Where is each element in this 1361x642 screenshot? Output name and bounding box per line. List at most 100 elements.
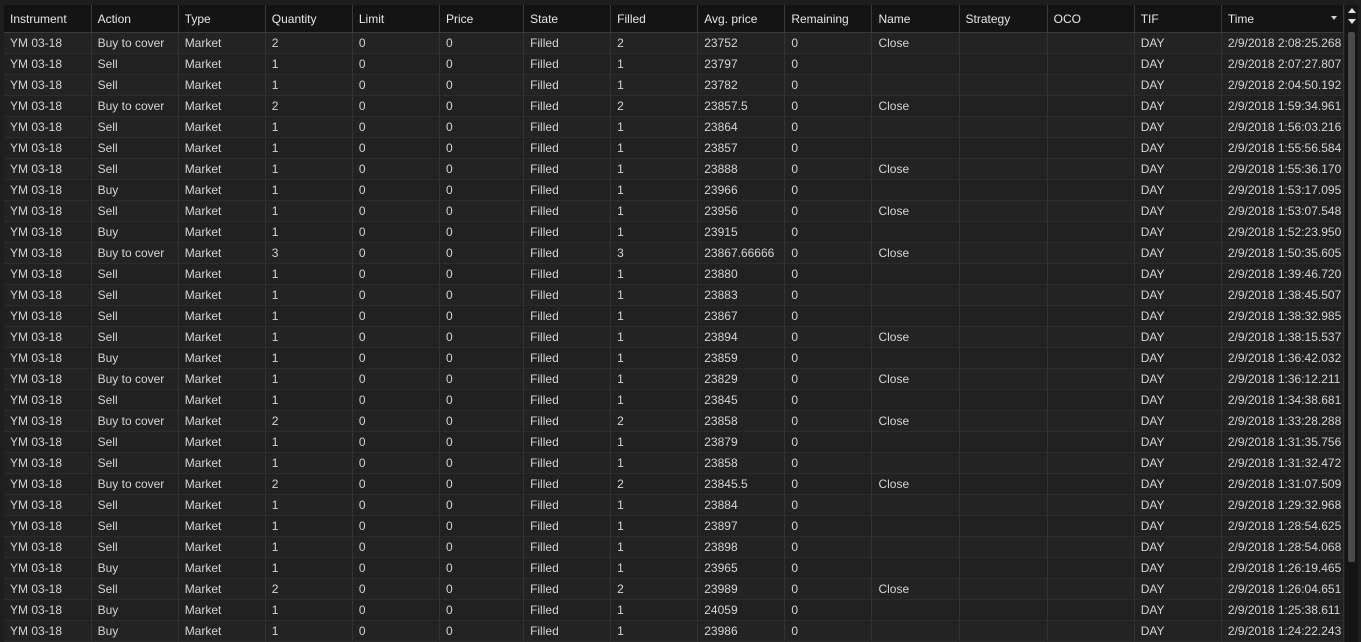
- table-row[interactable]: YM 03-18 Sell Market 1 0 0 Filled 1 23858 0 DAY 2/9…: [4, 452, 1344, 474]
- table-row[interactable]: YM 03-18 Sell Market 2 0 0 Filled 2 23989 0 Close D…: [4, 578, 1344, 600]
- vertical-scrollbar[interactable]: [1345, 5, 1358, 642]
- cell-state: Filled: [523, 536, 612, 558]
- column-header-quantity[interactable]: Quantity: [265, 5, 353, 33]
- cell-limit: 0: [352, 95, 440, 117]
- cell-filled: 1: [610, 137, 699, 159]
- cell-limit: 0: [352, 389, 440, 411]
- cell-avg-price: 23859: [697, 347, 786, 369]
- table-row[interactable]: YM 03-18 Sell Market 1 0 0 Filled 1 23867 0 DAY 2/9…: [4, 305, 1344, 327]
- cell-strategy: [959, 53, 1048, 75]
- cell-tif: DAY: [1134, 326, 1222, 348]
- cell-avg-price: 23829: [697, 368, 786, 390]
- cell-name: Close: [871, 95, 960, 117]
- cell-time: 2/9/2018 2:08:25.268: [1221, 32, 1344, 54]
- table-row[interactable]: YM 03-18 Sell Market 1 0 0 Filled 1 23880 0 DAY 2/9…: [4, 263, 1344, 285]
- cell-remaining: 0: [784, 116, 873, 138]
- table-row[interactable]: YM 03-18 Buy to cover Market 2 0 0 Filled 2 2375…: [4, 32, 1344, 54]
- table-row[interactable]: YM 03-18 Sell Market 1 0 0 Filled 1 23845 0 DAY 2/9…: [4, 389, 1344, 411]
- table-row[interactable]: YM 03-18 Buy to cover Market 2 0 0 Filled 2 2384…: [4, 473, 1344, 495]
- cell-avg-price: 23894: [697, 326, 786, 348]
- table-row[interactable]: YM 03-18 Sell Market 1 0 0 Filled 1 23898 0 DAY 2/9…: [4, 536, 1344, 558]
- sort-descending-icon[interactable]: [1331, 16, 1337, 20]
- table-row[interactable]: YM 03-18 Sell Market 1 0 0 Filled 1 23782 0 DAY 2/9…: [4, 74, 1344, 96]
- cell-remaining: 0: [784, 368, 873, 390]
- cell-instrument: YM 03-18: [4, 95, 92, 117]
- cell-type: Market: [178, 137, 266, 159]
- cell-action: Sell: [91, 431, 179, 453]
- table-row[interactable]: YM 03-18 Sell Market 1 0 0 Filled 1 23894 0 Close D…: [4, 326, 1344, 348]
- column-header-avg-price[interactable]: Avg. price: [697, 5, 786, 33]
- cell-filled: 2: [610, 410, 699, 432]
- cell-type: Market: [178, 116, 266, 138]
- table-row[interactable]: YM 03-18 Buy Market 1 0 0 Filled 1 23859 0 DAY 2/9/…: [4, 347, 1344, 369]
- cell-type: Market: [178, 305, 266, 327]
- cell-strategy: [959, 326, 1048, 348]
- scroll-up-arrow-icon[interactable]: [1348, 8, 1356, 13]
- cell-oco: [1047, 221, 1135, 243]
- column-header-oco[interactable]: OCO: [1047, 5, 1135, 33]
- cell-remaining: 0: [784, 284, 873, 306]
- column-header-action[interactable]: Action: [91, 5, 179, 33]
- column-header-instrument[interactable]: Instrument: [4, 5, 92, 33]
- cell-limit: 0: [352, 200, 440, 222]
- column-header-name[interactable]: Name: [871, 5, 960, 33]
- cell-instrument: YM 03-18: [4, 515, 92, 537]
- table-row[interactable]: YM 03-18 Buy Market 1 0 0 Filled 1 23986 0 DAY 2/9/…: [4, 620, 1344, 642]
- cell-strategy: [959, 158, 1048, 180]
- cell-quantity: 1: [265, 347, 353, 369]
- cell-time: 2/9/2018 1:55:56.584: [1221, 137, 1344, 159]
- cell-strategy: [959, 32, 1048, 54]
- scrollbar-thumb[interactable]: [1348, 32, 1355, 562]
- table-row[interactable]: YM 03-18 Buy to cover Market 1 0 0 Filled 1 2382…: [4, 368, 1344, 390]
- table-row[interactable]: YM 03-18 Sell Market 1 0 0 Filled 1 23956 0 Close D…: [4, 200, 1344, 222]
- cell-instrument: YM 03-18: [4, 284, 92, 306]
- column-header-strategy[interactable]: Strategy: [959, 5, 1048, 33]
- column-header-price[interactable]: Price: [439, 5, 525, 33]
- cell-limit: 0: [352, 137, 440, 159]
- table-row[interactable]: YM 03-18 Sell Market 1 0 0 Filled 1 23888 0 Close D…: [4, 158, 1344, 180]
- column-header-time[interactable]: Time: [1221, 5, 1344, 33]
- cell-quantity: 2: [265, 473, 353, 495]
- column-header-filled[interactable]: Filled: [610, 5, 699, 33]
- table-row[interactable]: YM 03-18 Buy Market 1 0 0 Filled 1 23966 0 DAY 2/9/…: [4, 179, 1344, 201]
- column-header-limit[interactable]: Limit: [352, 5, 440, 33]
- table-row[interactable]: YM 03-18 Sell Market 1 0 0 Filled 1 23884 0 DAY 2/9…: [4, 494, 1344, 516]
- cell-action: Buy to cover: [91, 32, 179, 54]
- table-row[interactable]: YM 03-18 Sell Market 1 0 0 Filled 1 23857 0 DAY 2/9…: [4, 137, 1344, 159]
- cell-quantity: 3: [265, 242, 353, 264]
- table-row[interactable]: YM 03-18 Sell Market 1 0 0 Filled 1 23797 0 DAY 2/9…: [4, 53, 1344, 75]
- table-row[interactable]: YM 03-18 Buy Market 1 0 0 Filled 1 23965 0 DAY 2/9/…: [4, 557, 1344, 579]
- column-header-tif[interactable]: TIF: [1134, 5, 1222, 33]
- cell-time: 2/9/2018 1:53:17.095: [1221, 179, 1344, 201]
- cell-price: 0: [439, 494, 525, 516]
- table-row[interactable]: YM 03-18 Sell Market 1 0 0 Filled 1 23897 0 DAY 2/9…: [4, 515, 1344, 537]
- cell-filled: 1: [610, 158, 699, 180]
- cell-remaining: 0: [784, 200, 873, 222]
- cell-name: Close: [871, 158, 960, 180]
- scroll-down-arrow-icon[interactable]: [1348, 19, 1356, 24]
- cell-name: [871, 452, 960, 474]
- table-row[interactable]: YM 03-18 Sell Market 1 0 0 Filled 1 23883 0 DAY 2/9…: [4, 284, 1344, 306]
- cell-limit: 0: [352, 347, 440, 369]
- table-row[interactable]: YM 03-18 Buy to cover Market 2 0 0 Filled 2 2385…: [4, 95, 1344, 117]
- cell-name: [871, 599, 960, 621]
- cell-oco: [1047, 32, 1135, 54]
- column-header-remaining[interactable]: Remaining: [784, 5, 873, 33]
- cell-action: Sell: [91, 158, 179, 180]
- cell-action: Sell: [91, 536, 179, 558]
- cell-type: Market: [178, 221, 266, 243]
- cell-quantity: 1: [265, 200, 353, 222]
- table-row[interactable]: YM 03-18 Buy to cover Market 3 0 0 Filled 3 2386…: [4, 242, 1344, 264]
- column-header-state[interactable]: State: [523, 5, 612, 33]
- cell-remaining: 0: [784, 32, 873, 54]
- table-row[interactable]: YM 03-18 Buy to cover Market 2 0 0 Filled 2 2385…: [4, 410, 1344, 432]
- table-row[interactable]: YM 03-18 Buy Market 1 0 0 Filled 1 24059 0 DAY 2/9/…: [4, 599, 1344, 621]
- cell-name: [871, 557, 960, 579]
- table-row[interactable]: YM 03-18 Buy Market 1 0 0 Filled 1 23915 0 DAY 2/9/…: [4, 221, 1344, 243]
- table-row[interactable]: YM 03-18 Sell Market 1 0 0 Filled 1 23864 0 DAY 2/9…: [4, 116, 1344, 138]
- table-row[interactable]: YM 03-18 Sell Market 1 0 0 Filled 1 23879 0 DAY 2/9…: [4, 431, 1344, 453]
- cell-action: Sell: [91, 389, 179, 411]
- cell-instrument: YM 03-18: [4, 242, 92, 264]
- column-header-type[interactable]: Type: [178, 5, 266, 33]
- cell-state: Filled: [523, 200, 612, 222]
